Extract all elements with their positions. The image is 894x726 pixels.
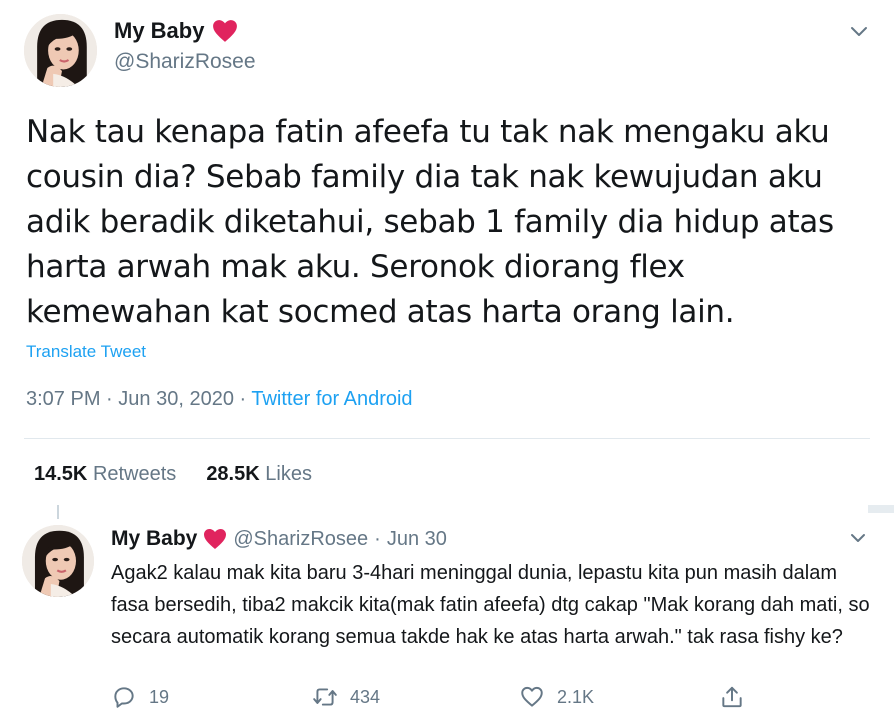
retweet-button[interactable]: 434 [312, 684, 380, 710]
tweet-date[interactable]: Jun 30 [387, 528, 447, 551]
separator: · [374, 527, 381, 550]
section-gap [0, 505, 894, 513]
reply-tweet[interactable]: My Baby @SharizRosee · Jun 30 Agak2 kala… [0, 505, 894, 726]
tweet-time[interactable]: 3:07 PM [26, 388, 100, 410]
retweets-stat[interactable]: 14.5K Retweets [34, 463, 176, 486]
reply-button[interactable]: 19 [111, 684, 169, 710]
chevron-down-icon[interactable] [846, 528, 870, 548]
user-handle[interactable]: @SharizRosee [233, 528, 368, 551]
tweet-date[interactable]: Jun 30, 2020 [118, 388, 234, 410]
display-name[interactable]: My Baby [114, 18, 204, 44]
share-icon [722, 686, 742, 708]
avatar[interactable] [22, 525, 94, 597]
tweet-text: Nak tau kenapa fatin afeefa tu tak nak m… [26, 114, 834, 330]
engagement-stats: 14.5K Retweets 28.5K Likes [34, 463, 312, 486]
divider [24, 438, 870, 439]
user-handle[interactable]: @SharizRosee [114, 50, 256, 74]
share-button[interactable] [719, 684, 745, 710]
reply-count: 19 [149, 686, 170, 707]
red-heart-icon [204, 529, 227, 549]
tweet-actions: 19 434 2.1K [111, 684, 761, 714]
separator: · [239, 388, 247, 410]
retweet-count: 434 [350, 686, 381, 707]
retweets-label: Retweets [92, 463, 177, 485]
avatar-image [24, 14, 97, 87]
main-tweet: My Baby @SharizRosee Nak tau kenapa fati… [0, 0, 894, 505]
like-button[interactable]: 2.1K [519, 684, 594, 710]
retweets-count: 14.5K [34, 463, 88, 485]
tweet-source-link[interactable]: Twitter for Android [251, 388, 412, 410]
reply-icon [114, 687, 134, 708]
tweet-header: My Baby @SharizRosee [114, 18, 256, 74]
like-count: 2.1K [557, 686, 595, 707]
tweet-metadata: 3:07 PM · Jun 30, 2020 · Twitter for And… [26, 388, 413, 411]
likes-stat[interactable]: 28.5K Likes [206, 463, 312, 486]
likes-count: 28.5K [206, 463, 260, 485]
likes-label: Likes [265, 463, 312, 485]
retweet-icon [313, 688, 337, 706]
chevron-down-icon[interactable] [846, 20, 872, 42]
reply-header: My Baby @SharizRosee · Jun 30 [111, 527, 447, 551]
display-name[interactable]: My Baby [111, 527, 197, 551]
heart-outline-icon [521, 686, 543, 707]
avatar[interactable] [24, 14, 97, 87]
tweet-text: Agak2 kalau mak kita baru 3-4hari mening… [111, 562, 870, 648]
red-heart-icon [213, 20, 238, 42]
section-gap-edge [868, 505, 894, 513]
separator: · [106, 388, 113, 410]
avatar-image [22, 525, 94, 597]
thread-connector [57, 505, 59, 519]
translate-tweet-link[interactable]: Translate Tweet [26, 342, 146, 362]
